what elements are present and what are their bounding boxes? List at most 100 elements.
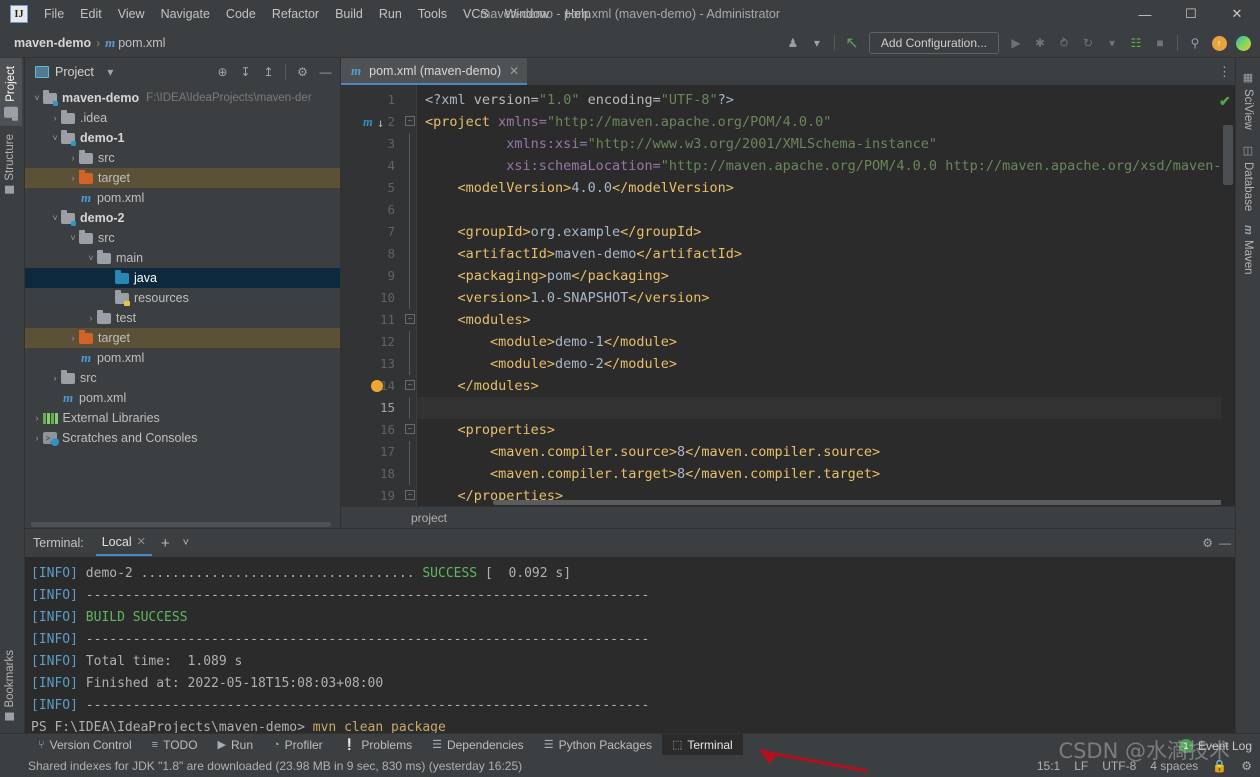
line-number[interactable]: 15 [341, 397, 403, 419]
locate-file-icon[interactable]: ⊕ [212, 62, 233, 83]
editor-tab-options-icon[interactable]: ⋮ [1218, 58, 1231, 85]
line-number[interactable]: 12 [341, 331, 403, 353]
tree-node-scratches-and-consoles[interactable]: › >_ Scratches and Consoles [25, 428, 340, 448]
ide-assistant-icon[interactable] [1232, 32, 1254, 54]
line-number[interactable]: 10 [341, 287, 403, 309]
event-log-button[interactable]: 1 Event Log [1178, 739, 1252, 753]
tree-node-src[interactable]: › src [25, 368, 340, 388]
code-line[interactable]: <module>demo-2</module> [417, 353, 1221, 375]
toolwindow-button-profiler[interactable]: ◔ Profiler [263, 734, 333, 756]
debug-icon[interactable]: ✱ [1029, 32, 1051, 54]
line-number[interactable]: 13 [341, 353, 403, 375]
user-profile-icon[interactable]: ♟ [782, 32, 804, 54]
build-project-icon[interactable]: ☷ [1125, 32, 1147, 54]
tree-node-pom-xml[interactable]: m pom.xml [25, 348, 340, 368]
menu-tools[interactable]: Tools [410, 4, 455, 24]
line-number[interactable]: 16 [341, 419, 403, 441]
sidebar-tab-structure[interactable]: Structure [0, 126, 20, 202]
expand-chevron-icon[interactable]: ˅ [49, 213, 61, 223]
breadcrumb-xml-element[interactable]: project [411, 511, 447, 525]
fold-marker[interactable]: − [403, 111, 416, 133]
tree-node--idea[interactable]: › .idea [25, 108, 340, 128]
menu-edit[interactable]: Edit [72, 4, 110, 24]
menu-vcs[interactable]: VCS [455, 4, 497, 24]
stop-icon[interactable]: ■ [1149, 32, 1171, 54]
toolwindow-button-terminal[interactable]: ⬚ Terminal [661, 733, 743, 756]
status-settings-gear-icon[interactable]: ⚙ [1241, 759, 1252, 773]
code-line[interactable]: <project xmlns="http://maven.apache.org/… [417, 111, 1221, 133]
line-number[interactable]: 3 [341, 133, 403, 155]
line-number[interactable]: 2 m ↓ [341, 111, 403, 133]
expand-all-icon[interactable]: ↧ [235, 62, 256, 83]
editor-marker-scrollbar[interactable]: ✔ [1219, 85, 1235, 506]
menu-window[interactable]: Window [497, 4, 557, 24]
line-number[interactable]: 14 [341, 375, 403, 397]
line-number[interactable]: 8 [341, 243, 403, 265]
close-icon[interactable]: ✕ [509, 64, 519, 78]
add-configuration-button[interactable]: Add Configuration... [868, 32, 999, 54]
toolwindow-button-todo[interactable]: ≡ TODO [142, 734, 208, 756]
code-line[interactable] [417, 199, 1221, 221]
menu-help[interactable]: Help [557, 4, 599, 24]
sidebar-tab-sciview[interactable]: ▦ SciView [1239, 64, 1258, 137]
tree-node-target[interactable]: › target [25, 168, 340, 188]
menu-code[interactable]: Code [218, 4, 264, 24]
expand-chevron-icon[interactable]: ˅ [67, 233, 79, 243]
caret-position[interactable]: 15:1 [1037, 759, 1060, 773]
menu-build[interactable]: Build [327, 4, 371, 24]
tree-node-pom-xml[interactable]: m pom.xml [25, 388, 340, 408]
code-line[interactable]: <version>1.0-SNAPSHOT</version> [417, 287, 1221, 309]
hide-panel-icon[interactable]: — [315, 62, 336, 83]
terminal-tab-local[interactable]: Local ✕ [95, 531, 152, 556]
line-number-gutter[interactable]: 1 2 m ↓ 3 4 5 6 7 8 9 10 11 12 13 14 15 16 17 18 19 [341, 85, 403, 506]
expand-chevron-icon[interactable]: › [67, 333, 79, 343]
fold-marker[interactable]: − [403, 485, 416, 506]
toolwindow-button-run[interactable]: ▶ Run [208, 734, 263, 756]
code-line[interactable]: xsi:schemaLocation="http://maven.apache.… [417, 155, 1221, 177]
breadcrumb-project[interactable]: maven-demo [14, 36, 91, 50]
fold-collapse-icon[interactable]: − [405, 116, 415, 126]
line-number[interactable]: 9 [341, 265, 403, 287]
sidebar-tab-bookmarks[interactable]: Bookmarks [0, 642, 20, 729]
minimize-button[interactable]: — [1122, 0, 1168, 28]
fold-end-icon[interactable]: − [405, 380, 415, 390]
tree-node-test[interactable]: › test [25, 308, 340, 328]
tree-node-demo-1[interactable]: ˅ demo-1 [25, 128, 340, 148]
line-separator[interactable]: LF [1074, 759, 1088, 773]
search-everywhere-icon[interactable]: ⚲ [1184, 32, 1206, 54]
tree-node-main[interactable]: ˅ main [25, 248, 340, 268]
expand-chevron-icon[interactable]: › [31, 433, 43, 443]
tree-node-src[interactable]: › src [25, 148, 340, 168]
sidebar-tab-database[interactable]: ◫ Database [1239, 137, 1258, 218]
line-number[interactable]: 11 [341, 309, 403, 331]
menu-file[interactable]: File [36, 4, 72, 24]
code-line[interactable]: xmlns:xsi="http://www.w3.org/2001/XMLSch… [417, 133, 1221, 155]
expand-chevron-icon[interactable]: › [49, 113, 61, 123]
code-line[interactable]: <properties> [417, 419, 1221, 441]
expand-chevron-icon[interactable]: › [31, 413, 43, 423]
expand-chevron-icon[interactable]: ˅ [49, 133, 61, 143]
terminal-hide-icon[interactable]: — [1219, 536, 1231, 550]
code-line[interactable]: <maven.compiler.source>8</maven.compiler… [417, 441, 1221, 463]
editor-tab-pom-xml[interactable]: m pom.xml (maven-demo) ✕ [341, 58, 528, 85]
lock-icon[interactable]: 🔒 [1212, 759, 1227, 773]
code-text[interactable]: <?xml version="1.0" encoding="UTF-8"?> <p… [417, 85, 1221, 506]
toolwindow-button-problems[interactable]: ❕ Problems [333, 734, 422, 756]
code-folding-column[interactable]: − − − − − [403, 85, 417, 506]
line-number[interactable]: 5 [341, 177, 403, 199]
indent-setting[interactable]: 4 spaces [1150, 759, 1198, 773]
close-button[interactable]: ✕ [1214, 0, 1260, 28]
code-line[interactable]: <modules> [417, 309, 1221, 331]
vcs-update-icon[interactable]: ↖ [841, 32, 863, 54]
code-line[interactable]: <artifactId>maven-demo</artifactId> [417, 243, 1221, 265]
intention-bulb-icon[interactable] [371, 380, 383, 392]
terminal-tabs-chevron-down-icon[interactable]: ˅ [179, 537, 193, 549]
fold-marker[interactable]: − [403, 375, 416, 397]
expand-chevron-icon[interactable]: › [67, 173, 79, 183]
tree-node-src[interactable]: ˅ src [25, 228, 340, 248]
terminal-settings-gear-icon[interactable]: ⚙ [1202, 536, 1213, 550]
code-line[interactable]: <?xml version="1.0" encoding="UTF-8"?> [417, 89, 1221, 111]
tree-node-external-libraries[interactable]: › External Libraries [25, 408, 340, 428]
code-line[interactable] [417, 397, 1221, 419]
close-icon[interactable]: ✕ [137, 535, 146, 548]
